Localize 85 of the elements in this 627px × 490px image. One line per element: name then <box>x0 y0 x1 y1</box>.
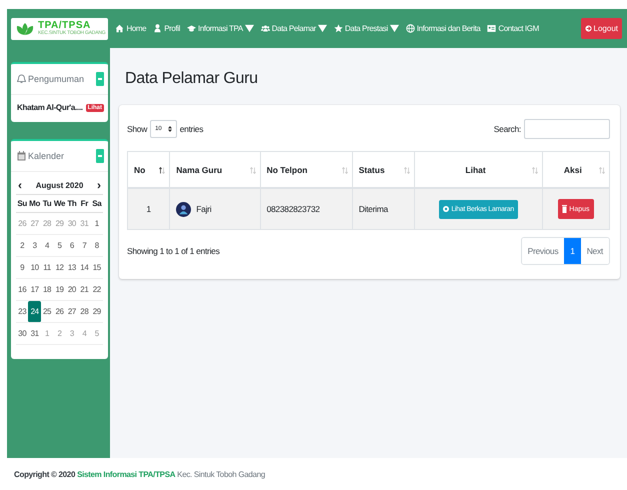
calendar-icon <box>17 151 26 161</box>
globe-icon <box>406 24 415 33</box>
page-button[interactable]: 1 <box>564 238 581 264</box>
calendar-day[interactable]: 11 <box>40 257 54 279</box>
calendar-day[interactable]: 13 <box>66 257 78 279</box>
card-title: Pengumuman <box>17 74 84 84</box>
calendar-day[interactable]: 8 <box>90 235 103 257</box>
search-label: Search: <box>494 124 521 134</box>
nav-link[interactable]: Informasi dan Berita <box>406 24 480 33</box>
calendar-day[interactable]: 10 <box>28 257 41 279</box>
calendar-day[interactable]: 14 <box>78 257 91 279</box>
logout-button[interactable]: Logout <box>580 18 622 39</box>
user-icon <box>153 24 162 33</box>
caret-icon <box>390 24 399 33</box>
calendar-day[interactable]: 2 <box>16 235 28 257</box>
sign-out-icon <box>584 25 592 32</box>
nav-link[interactable]: Contact IGM <box>487 24 539 33</box>
nav-link[interactable]: Data Pelamar <box>260 24 327 33</box>
weekday-label: Mo <box>28 195 41 213</box>
minus-icon <box>98 155 102 157</box>
calendar-day[interactable]: 22 <box>90 279 103 301</box>
entries-info: Showing 1 to 1 of 1 entries <box>127 246 220 256</box>
avatar-icon <box>176 202 192 216</box>
previous-month-button[interactable]: ‹ <box>18 179 22 191</box>
id-card-icon <box>487 24 496 33</box>
calendar-day[interactable]: 28 <box>78 301 91 323</box>
minus-icon <box>98 78 102 80</box>
card-title: Kalender <box>17 151 64 161</box>
teacher-name: Fajri <box>196 204 212 214</box>
collapse-button[interactable] <box>96 149 104 163</box>
sort-icon <box>168 126 172 132</box>
calendar-day[interactable]: 12 <box>53 257 66 279</box>
users-icon <box>260 24 270 33</box>
copyright-text: Copyright © 2020 Sistem Informasi TPA/TPSA Kec. Sintuk Toboh Gadang <box>14 470 265 478</box>
eye-icon <box>443 206 450 212</box>
nav-link[interactable]: Home <box>115 24 146 33</box>
table-cell: Diterima <box>352 188 415 230</box>
search-field[interactable] <box>524 119 610 139</box>
leaf-icon <box>14 22 36 36</box>
announcement-text: Khatam Al-Qur'a.... <box>17 103 83 112</box>
brand-name: TPA/TPSA <box>38 21 91 31</box>
calendar-day[interactable]: 18 <box>40 279 54 301</box>
calendar-day[interactable]: 21 <box>78 279 91 301</box>
weekday-label: Su <box>16 195 28 213</box>
collapse-button[interactable] <box>96 72 104 86</box>
table-cell: 1 <box>128 188 170 230</box>
weekday-label: Tu <box>40 195 54 213</box>
calendar-day[interactable]: 5 <box>53 235 66 257</box>
month-title: August 2020 <box>36 180 84 190</box>
graduation-cap-icon <box>187 24 196 33</box>
calendar-day[interactable]: 6 <box>66 235 78 257</box>
bell-icon <box>17 74 26 84</box>
calendar-day[interactable]: 25 <box>40 301 54 323</box>
nav-link[interactable]: Informasi TPA <box>187 24 254 33</box>
weekday-label: Sa <box>90 195 103 213</box>
caret-icon <box>244 24 254 33</box>
calendar-day[interactable]: 1 <box>90 213 103 235</box>
calendar-day[interactable]: 24 <box>28 301 41 323</box>
calendar-day[interactable]: 7 <box>78 235 91 257</box>
calendar-day[interactable]: 29 <box>90 301 103 323</box>
trash-icon <box>562 205 568 213</box>
calendar-day[interactable]: 27 <box>66 301 78 323</box>
nav-link[interactable]: Data Prestasi <box>334 24 399 33</box>
star-icon <box>334 24 343 33</box>
calendar-day[interactable]: 20 <box>66 279 78 301</box>
weekday-label: Fr <box>78 195 91 213</box>
calendar-day[interactable]: 4 <box>40 235 54 257</box>
weekday-label: Th <box>66 195 78 213</box>
home-icon <box>115 24 124 33</box>
calendar-day[interactable]: 3 <box>28 235 41 257</box>
calendar-day[interactable]: 15 <box>90 257 103 279</box>
nav-link[interactable]: Profil <box>153 24 180 33</box>
table-cell: 082382823732 <box>260 188 352 230</box>
calendar-day[interactable]: 9 <box>16 257 28 279</box>
calendar-day[interactable]: 26 <box>53 301 66 323</box>
page-title: Data Pelamar Guru <box>125 70 259 88</box>
entries-label: entries <box>180 124 204 134</box>
calendar-day[interactable]: 30 <box>16 323 28 345</box>
calendar-day[interactable]: 16 <box>16 279 28 301</box>
weekday-label: We <box>53 195 66 213</box>
calendar-day[interactable]: 31 <box>28 323 41 345</box>
next-month-button[interactable]: › <box>96 179 101 191</box>
caret-icon <box>318 24 327 33</box>
calendar-day[interactable]: 19 <box>53 279 66 301</box>
show-label: Show <box>127 124 148 134</box>
